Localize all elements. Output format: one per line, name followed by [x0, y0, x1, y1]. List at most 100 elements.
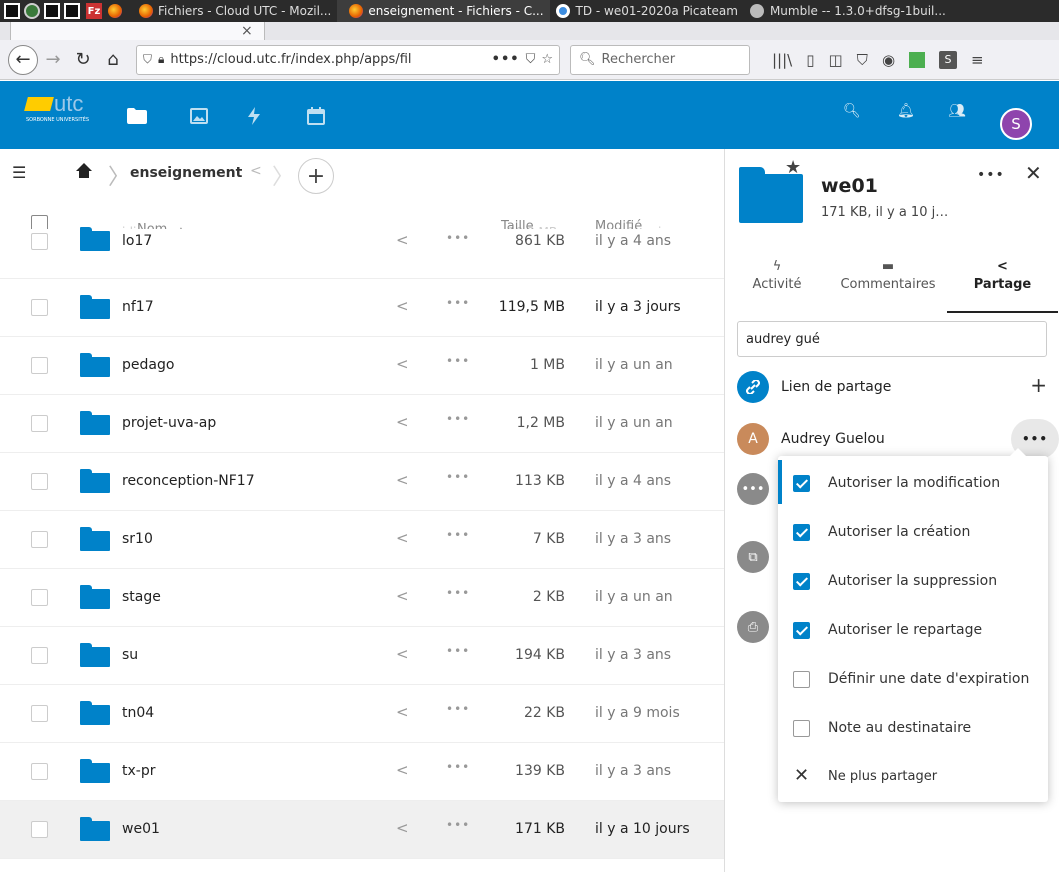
account-icon[interactable]: ◉ — [882, 51, 895, 69]
file-name[interactable]: tx-pr — [122, 763, 155, 779]
row-checkbox[interactable] — [31, 705, 48, 722]
taskbar-task-files[interactable]: Fichiers - Cloud UTC - Mozil... — [127, 0, 337, 22]
row-checkbox[interactable] — [31, 233, 48, 250]
row-checkbox[interactable] — [31, 531, 48, 548]
row-checkbox[interactable] — [31, 647, 48, 664]
workspace-icon[interactable] — [44, 3, 60, 19]
url-text[interactable]: https://cloud.utc.fr/index.php/apps/fil — [170, 52, 485, 67]
add-share-link-icon[interactable]: + — [1030, 373, 1047, 397]
pocket-icon[interactable]: ⛉ — [526, 52, 536, 67]
unshare-menu-item[interactable]: ✕ Ne plus partager — [778, 752, 1048, 800]
permission-checkbox[interactable] — [793, 475, 810, 492]
more-actions-icon[interactable]: ••• — [446, 818, 470, 832]
permission-checkbox[interactable] — [793, 720, 810, 737]
contacts-icon[interactable]: 👥︎ — [948, 103, 966, 119]
row-checkbox[interactable] — [31, 357, 48, 374]
shield-icon[interactable]: ⛉ — [143, 52, 152, 67]
more-actions-icon[interactable]: ••• — [446, 702, 470, 716]
permission-option[interactable]: Autoriser la suppression — [778, 556, 1048, 604]
share-icon[interactable]: < — [396, 231, 409, 249]
reload-button[interactable]: ↻ — [68, 45, 98, 75]
more-actions-icon[interactable]: ••• — [446, 528, 470, 542]
ublock-icon[interactable]: ⛉ — [857, 51, 868, 69]
table-row[interactable]: we01 < ••• 171 KB il y a 10 jours — [0, 801, 724, 859]
notifications-bell-icon[interactable]: 🔔︎ — [897, 103, 915, 119]
tab-activity[interactable]: ϟ Activité — [725, 257, 829, 313]
permission-checkbox[interactable] — [793, 573, 810, 590]
search-icon[interactable]: 🔍︎ — [843, 103, 861, 119]
extension-icon[interactable] — [909, 51, 926, 68]
permission-checkbox[interactable] — [793, 671, 810, 688]
more-actions-icon[interactable]: ••• — [446, 760, 470, 774]
row-checkbox[interactable] — [31, 821, 48, 838]
reader-icon[interactable]: ▯ — [806, 51, 814, 69]
share-icon[interactable]: < — [396, 413, 409, 431]
permission-option[interactable]: Autoriser le repartage — [778, 605, 1048, 653]
table-row[interactable]: lo17 < ••• 861 KB il y a 4 ans — [0, 227, 724, 279]
forward-button[interactable]: → — [38, 45, 68, 75]
tab-sharing[interactable]: < Partage — [947, 257, 1058, 313]
close-icon[interactable]: ✕ — [1025, 161, 1042, 185]
more-actions-icon[interactable]: ••• — [446, 412, 470, 426]
taskbar-task-td[interactable]: TD - we01-2020a Picateam — [550, 0, 744, 22]
share-icon[interactable]: < — [396, 529, 409, 547]
more-actions-icon[interactable]: ••• — [446, 644, 470, 658]
table-row[interactable]: su < ••• 194 KB il y a 3 ans — [0, 627, 724, 685]
share-icon[interactable]: < — [396, 645, 409, 663]
tab-comments[interactable]: ▬ Commentaires — [829, 257, 947, 313]
filezilla-icon[interactable]: Fz — [86, 3, 102, 19]
page-actions-icon[interactable]: ••• — [492, 52, 520, 67]
more-icon[interactable]: ••• — [737, 473, 769, 505]
more-actions-icon[interactable]: ••• — [446, 296, 470, 310]
menu-toggle-icon[interactable]: ☰ — [12, 163, 26, 182]
share-link-row[interactable]: Lien de partage + — [737, 369, 1047, 405]
row-checkbox[interactable] — [31, 415, 48, 432]
utc-logo[interactable]: utc SORBONNE UNIVERSITÉS — [24, 91, 94, 123]
calendar-app-icon[interactable] — [305, 105, 327, 127]
external-share-icon[interactable]: ⧉ — [737, 541, 769, 573]
sidebar-more-icon[interactable]: ••• — [977, 167, 1005, 183]
table-row[interactable]: tx-pr < ••• 139 KB il y a 3 ans — [0, 743, 724, 801]
table-row[interactable]: sr10 < ••• 7 KB il y a 3 ans — [0, 511, 724, 569]
permission-option[interactable]: Note au destinataire — [778, 703, 1048, 751]
permission-checkbox[interactable] — [793, 622, 810, 639]
share-icon[interactable]: < — [396, 297, 409, 315]
table-row[interactable]: stage < ••• 2 KB il y a un an — [0, 569, 724, 627]
file-name[interactable]: sr10 — [122, 531, 153, 547]
hamburger-menu-icon[interactable]: ≡ — [971, 51, 984, 69]
file-name[interactable]: nf17 — [122, 299, 154, 315]
app-icon[interactable] — [24, 3, 40, 19]
taskbar-task-mumble[interactable]: Mumble -- 1.3.0+dfsg-1buil... — [744, 0, 952, 22]
file-name[interactable]: projet-uva-ap — [122, 415, 216, 431]
firefox-icon[interactable] — [108, 4, 122, 18]
share-icon[interactable]: < — [396, 761, 409, 779]
permission-option[interactable]: Définir une date d'expiration — [778, 654, 1048, 702]
extension-s-icon[interactable]: S — [939, 50, 958, 69]
activity-app-icon[interactable] — [243, 105, 265, 127]
table-row[interactable]: tn04 < ••• 22 KB il y a 9 mois — [0, 685, 724, 743]
browser-tab[interactable]: × — [10, 22, 265, 40]
more-actions-icon[interactable]: ••• — [446, 470, 470, 484]
breadcrumb-current[interactable]: enseignement — [130, 165, 242, 181]
more-actions-icon[interactable]: ••• — [446, 231, 470, 245]
permission-option[interactable]: Autoriser la création — [778, 507, 1048, 555]
file-name[interactable]: reconception-NF17 — [122, 473, 255, 489]
share-search-input[interactable] — [737, 321, 1047, 357]
library-icon[interactable]: |||\ — [772, 51, 792, 69]
files-app-icon[interactable] — [126, 105, 148, 127]
file-name[interactable]: stage — [122, 589, 161, 605]
share-icon[interactable]: < — [396, 587, 409, 605]
share-icon[interactable]: < — [396, 819, 409, 837]
permission-option[interactable]: Autoriser la modification — [778, 458, 1048, 506]
file-name[interactable]: pedago — [122, 357, 174, 373]
add-new-button[interactable]: + — [298, 158, 334, 194]
share-icon[interactable]: < — [396, 471, 409, 489]
photos-app-icon[interactable] — [188, 105, 210, 127]
browser-search-input[interactable]: 🔍︎ Rechercher — [570, 44, 750, 75]
taskbar-task-enseignement[interactable]: enseignement - Fichiers - C... — [337, 0, 550, 22]
share-icon[interactable]: < — [396, 355, 409, 373]
row-checkbox[interactable] — [31, 473, 48, 490]
workspace-icon[interactable] — [64, 3, 80, 19]
back-button[interactable]: ← — [8, 44, 38, 75]
user-avatar[interactable]: S — [1000, 108, 1032, 140]
